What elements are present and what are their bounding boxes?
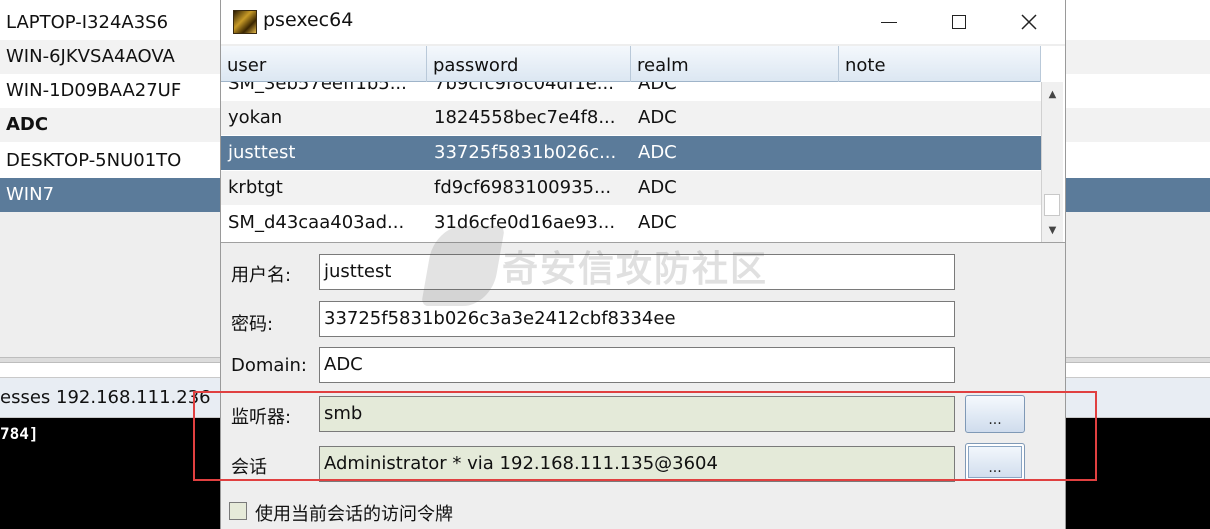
session-label: 会话 <box>231 457 267 478</box>
cell-note <box>839 82 1041 101</box>
listener-field[interactable]: smb <box>319 396 955 432</box>
app-icon <box>233 10 257 34</box>
password-label: 密码: <box>231 314 274 335</box>
cell-password: 7b9cfc9f8c04df1e... <box>434 82 614 94</box>
username-label: 用户名: <box>231 265 292 286</box>
table-row[interactable]: yokan 1824558bec7e4f8... ADC <box>221 101 1041 135</box>
username-field[interactable]: justtest <box>319 254 955 290</box>
cell-note <box>839 206 1041 240</box>
window-title: psexec64 <box>263 9 354 31</box>
cell-password: 1824558bec7e4f8... <box>434 107 616 128</box>
cell-note <box>839 101 1041 135</box>
console-line: 784] <box>0 424 39 443</box>
table-row[interactable]: krbtgt fd9cf6983100935... ADC <box>221 171 1041 205</box>
domain-field[interactable]: ADC <box>319 347 955 383</box>
password-field[interactable]: 33725f5831b026c3a3e2412cbf8334ee <box>319 301 955 337</box>
cell-password: 31d6cfe0d16ae93... <box>434 212 616 233</box>
column-header-user[interactable]: user <box>221 46 427 82</box>
table-row[interactable]: SM_3eb57eeff1b5... 7b9cfc9f8c04df1e... A… <box>221 82 1041 101</box>
cell-user: krbtgt <box>228 177 283 198</box>
credentials-table: user password realm note SM_3eb57eeff1b5… <box>221 46 1065 243</box>
cell-realm: ADC <box>638 212 677 233</box>
close-icon <box>1021 14 1037 30</box>
cell-user: SM_3eb57eeff1b5... <box>228 82 407 94</box>
minimize-icon <box>881 21 897 23</box>
table-body: SM_3eb57eeff1b5... 7b9cfc9f8c04df1e... A… <box>221 82 1041 243</box>
close-button[interactable] <box>997 0 1061 44</box>
use-session-token-checkbox[interactable] <box>229 502 247 520</box>
cell-note <box>839 136 1041 170</box>
use-session-token-label[interactable]: 使用当前会话的访问令牌 <box>255 500 453 526</box>
maximize-icon <box>952 15 966 29</box>
session-field[interactable]: Administrator * via 192.168.111.135@3604 <box>319 446 955 482</box>
scroll-down-arrow-icon[interactable]: ▼ <box>1042 220 1063 240</box>
minimize-button[interactable] <box>857 0 921 44</box>
psexec-dialog: psexec64 user password realm note SM_3eb… <box>220 0 1066 529</box>
session-browse-button[interactable]: ... <box>965 443 1025 481</box>
table-scrollbar[interactable]: ▲ ▼ <box>1041 82 1063 242</box>
cell-password: 33725f5831b026c... <box>434 142 617 163</box>
cell-password: fd9cf6983100935... <box>434 177 612 198</box>
cell-realm: ADC <box>638 107 677 128</box>
cell-realm: ADC <box>638 177 677 198</box>
cell-user: SM_d43caa403ad... <box>228 212 405 233</box>
column-header-realm[interactable]: realm <box>631 46 839 82</box>
scrollbar-thumb[interactable] <box>1044 194 1060 216</box>
cell-user: yokan <box>228 107 283 128</box>
table-row-selected[interactable]: justtest 33725f5831b026c... ADC <box>221 136 1041 170</box>
table-row[interactable]: SM_d43caa403ad... 31d6cfe0d16ae93... ADC <box>221 206 1041 240</box>
listener-label: 监听器: <box>231 407 292 428</box>
cell-note <box>839 171 1041 205</box>
listener-browse-button[interactable]: ... <box>965 395 1025 433</box>
maximize-button[interactable] <box>927 0 991 44</box>
domain-label: Domain: <box>231 355 307 376</box>
scroll-up-arrow-icon[interactable]: ▲ <box>1042 84 1063 104</box>
column-header-password[interactable]: password <box>427 46 631 82</box>
table-header: user password realm note <box>221 46 1041 82</box>
title-bar[interactable]: psexec64 <box>221 0 1065 44</box>
cell-realm: ADC <box>638 142 677 163</box>
column-header-note[interactable]: note <box>839 46 1041 82</box>
cell-realm: ADC <box>638 82 677 94</box>
cell-user: justtest <box>228 142 296 163</box>
